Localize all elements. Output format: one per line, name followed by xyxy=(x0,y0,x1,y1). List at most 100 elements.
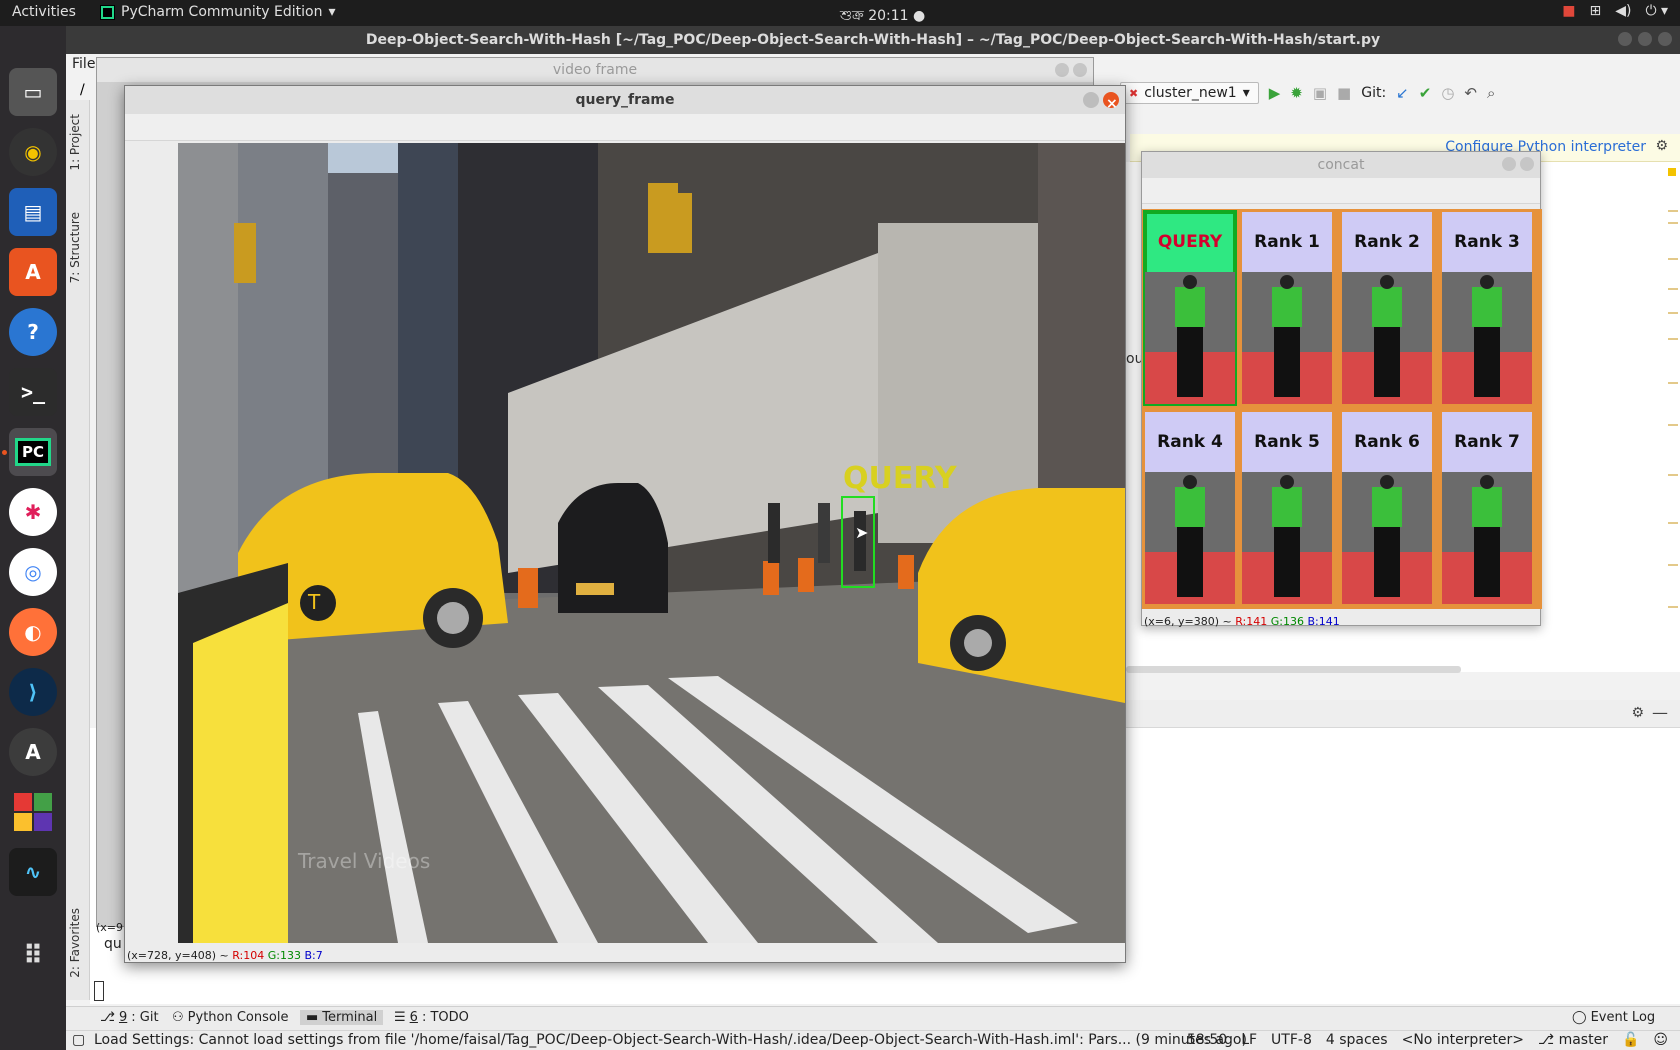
git-commit-icon[interactable]: ✔ xyxy=(1419,84,1432,102)
minimize-button[interactable] xyxy=(1502,157,1516,171)
tab-todo[interactable]: ☰ 6: TODO xyxy=(388,1010,475,1025)
structure-tool-tab[interactable]: 7: Structure xyxy=(68,212,82,283)
rhythmbox-icon[interactable]: ◉ xyxy=(9,128,57,176)
gear-icon[interactable]: ⚙ xyxy=(1655,138,1668,154)
update-manager-icon[interactable]: A xyxy=(9,728,57,776)
line-separator[interactable]: LF xyxy=(1241,1032,1257,1048)
concat-titlebar[interactable]: concat xyxy=(1142,152,1540,178)
indent-setting[interactable]: 4 spaces xyxy=(1326,1032,1388,1048)
volume-icon[interactable]: ◀) xyxy=(1615,3,1631,19)
pycharm-dock-icon[interactable]: PC xyxy=(9,428,57,476)
breadcrumb[interactable]: / xyxy=(80,82,85,98)
status-bar: ▢ Load Settings: Cannot load settings fr… xyxy=(66,1030,1680,1050)
git-update-icon[interactable]: ↙ xyxy=(1396,84,1409,102)
rank-tile[interactable]: Rank 5 xyxy=(1242,412,1332,604)
chevron-down-icon: ▾ xyxy=(1242,85,1250,101)
run-configuration-select[interactable]: ✖ cluster_new1 ▾ xyxy=(1120,82,1259,104)
tab-git[interactable]: ⎇ 9: Git xyxy=(94,1010,165,1025)
warning-marker[interactable] xyxy=(1668,168,1676,176)
stripe-marker[interactable] xyxy=(1668,382,1678,384)
stripe-marker[interactable] xyxy=(1668,522,1678,524)
network-icon[interactable]: ⊞ xyxy=(1589,3,1601,19)
search-icon[interactable]: ⌕ xyxy=(1487,84,1495,102)
rank-tile[interactable]: Rank 4 xyxy=(1145,412,1235,604)
error-stripe[interactable] xyxy=(1664,162,1680,672)
stop-icon[interactable]: ■ xyxy=(1337,84,1351,102)
status-message[interactable]: Load Settings: Cannot load settings from… xyxy=(94,1032,1247,1048)
minimize-button[interactable] xyxy=(1618,32,1632,46)
chrome-icon[interactable]: ◎ xyxy=(9,548,57,596)
show-applications-icon[interactable]: ⠿ xyxy=(9,932,57,980)
system-monitor-icon[interactable]: ∿ xyxy=(9,848,57,896)
favorites-tool-tab[interactable]: 2: Favorites xyxy=(68,908,82,978)
file-encoding[interactable]: UTF-8 xyxy=(1271,1032,1312,1048)
screen-record-icon[interactable]: ■ xyxy=(1562,3,1575,19)
rank-tile[interactable]: Rank 7 xyxy=(1442,412,1532,604)
git-history-icon[interactable]: ◷ xyxy=(1441,84,1454,102)
power-icon[interactable]: ⏻ ▾ xyxy=(1645,3,1668,19)
help-icon[interactable]: ? xyxy=(9,308,57,356)
query-frame-titlebar[interactable]: query_frame xyxy=(125,86,1125,118)
run-icon[interactable]: ▶ xyxy=(1269,84,1281,102)
app-menu[interactable]: PyCharm Community Edition ▾ xyxy=(100,4,336,20)
minimize-button[interactable] xyxy=(1083,92,1099,108)
libreoffice-writer-icon[interactable]: ▤ xyxy=(9,188,57,236)
maximize-button[interactable] xyxy=(1638,32,1652,46)
git-branch[interactable]: ⎇ master xyxy=(1538,1032,1608,1048)
files-icon[interactable]: ▭ xyxy=(9,68,57,116)
app-icon[interactable]: ⟩ xyxy=(9,668,57,716)
editor-horizontal-scrollbar[interactable] xyxy=(1126,666,1461,673)
stripe-marker[interactable] xyxy=(1668,210,1678,212)
stripe-marker[interactable] xyxy=(1668,222,1678,224)
clock[interactable]: শুক্র 20:11 ● xyxy=(840,4,925,28)
concat-toolbar xyxy=(1142,178,1540,204)
rank-tile[interactable]: Rank 6 xyxy=(1342,412,1432,604)
interpreter-status[interactable]: <No interpreter> xyxy=(1402,1032,1524,1048)
query-frame-window[interactable]: query_frame × T QUERY Travel Videos ➤ (x… xyxy=(124,85,1126,963)
close-button[interactable] xyxy=(1073,63,1087,77)
tab-python-console[interactable]: ⚇ Python Console xyxy=(166,1010,294,1025)
rank-tile[interactable]: Rank 3 xyxy=(1442,212,1532,404)
activities-button[interactable]: Activities xyxy=(12,4,76,20)
concat-window[interactable]: concat QUERY Rank 1 Rank 2 Rank 3 Rank 4 xyxy=(1141,151,1542,628)
inspector-icon[interactable]: ☺ xyxy=(1653,1032,1668,1048)
stripe-marker[interactable] xyxy=(1668,606,1678,608)
menu-file[interactable]: File xyxy=(72,56,95,72)
rank-tile[interactable]: Rank 1 xyxy=(1242,212,1332,404)
stripe-marker[interactable] xyxy=(1668,474,1678,476)
debug-icon[interactable]: ✹ xyxy=(1290,84,1303,102)
gear-icon[interactable]: ⚙ xyxy=(1631,705,1644,721)
street-scene-svg: T xyxy=(178,143,1125,943)
caret-position[interactable]: 58:50 xyxy=(1187,1032,1227,1048)
software-center-icon[interactable]: A xyxy=(9,248,57,296)
stripe-marker[interactable] xyxy=(1668,312,1678,314)
close-button[interactable] xyxy=(1658,32,1672,46)
slack-icon[interactable]: ✱ xyxy=(9,488,57,536)
app-grid-colored-icon[interactable] xyxy=(9,788,57,836)
results-grid[interactable]: QUERY Rank 1 Rank 2 Rank 3 Rank 4 Rank 5… xyxy=(1142,209,1542,609)
git-revert-icon[interactable]: ↶ xyxy=(1464,84,1477,102)
stripe-marker[interactable] xyxy=(1668,258,1678,260)
tab-terminal[interactable]: ▬ Terminal xyxy=(300,1010,384,1025)
firefox-icon[interactable]: ◐ xyxy=(9,608,57,656)
rank-tile[interactable]: Rank 2 xyxy=(1342,212,1432,404)
minimize-button[interactable] xyxy=(1055,63,1069,77)
stripe-marker[interactable] xyxy=(1668,288,1678,290)
lock-icon[interactable]: 🔓 xyxy=(1622,1032,1639,1048)
event-log-button[interactable]: ◯ Event Log xyxy=(1566,1010,1661,1025)
coverage-icon[interactable]: ▣ xyxy=(1313,84,1327,102)
stripe-marker[interactable] xyxy=(1668,424,1678,426)
terminal-icon[interactable]: >_ xyxy=(9,368,57,416)
stripe-marker[interactable] xyxy=(1668,338,1678,340)
close-button[interactable] xyxy=(1103,90,1119,118)
person-crop-image xyxy=(1442,272,1532,404)
close-button[interactable] xyxy=(1520,157,1534,171)
project-tool-tab[interactable]: 1: Project xyxy=(68,114,82,171)
query-tile[interactable]: QUERY xyxy=(1143,210,1237,406)
stripe-marker[interactable] xyxy=(1668,564,1678,566)
hide-panel-icon[interactable]: — xyxy=(1652,703,1668,722)
toggle-tool-windows-icon[interactable]: ▢ xyxy=(72,1032,85,1048)
readout-green: G:136 xyxy=(1270,615,1304,628)
street-scene-image[interactable]: T QUERY Travel Videos ➤ xyxy=(178,143,1125,943)
system-tray[interactable]: ■ ⊞ ◀) ⏻ ▾ xyxy=(1562,3,1668,19)
